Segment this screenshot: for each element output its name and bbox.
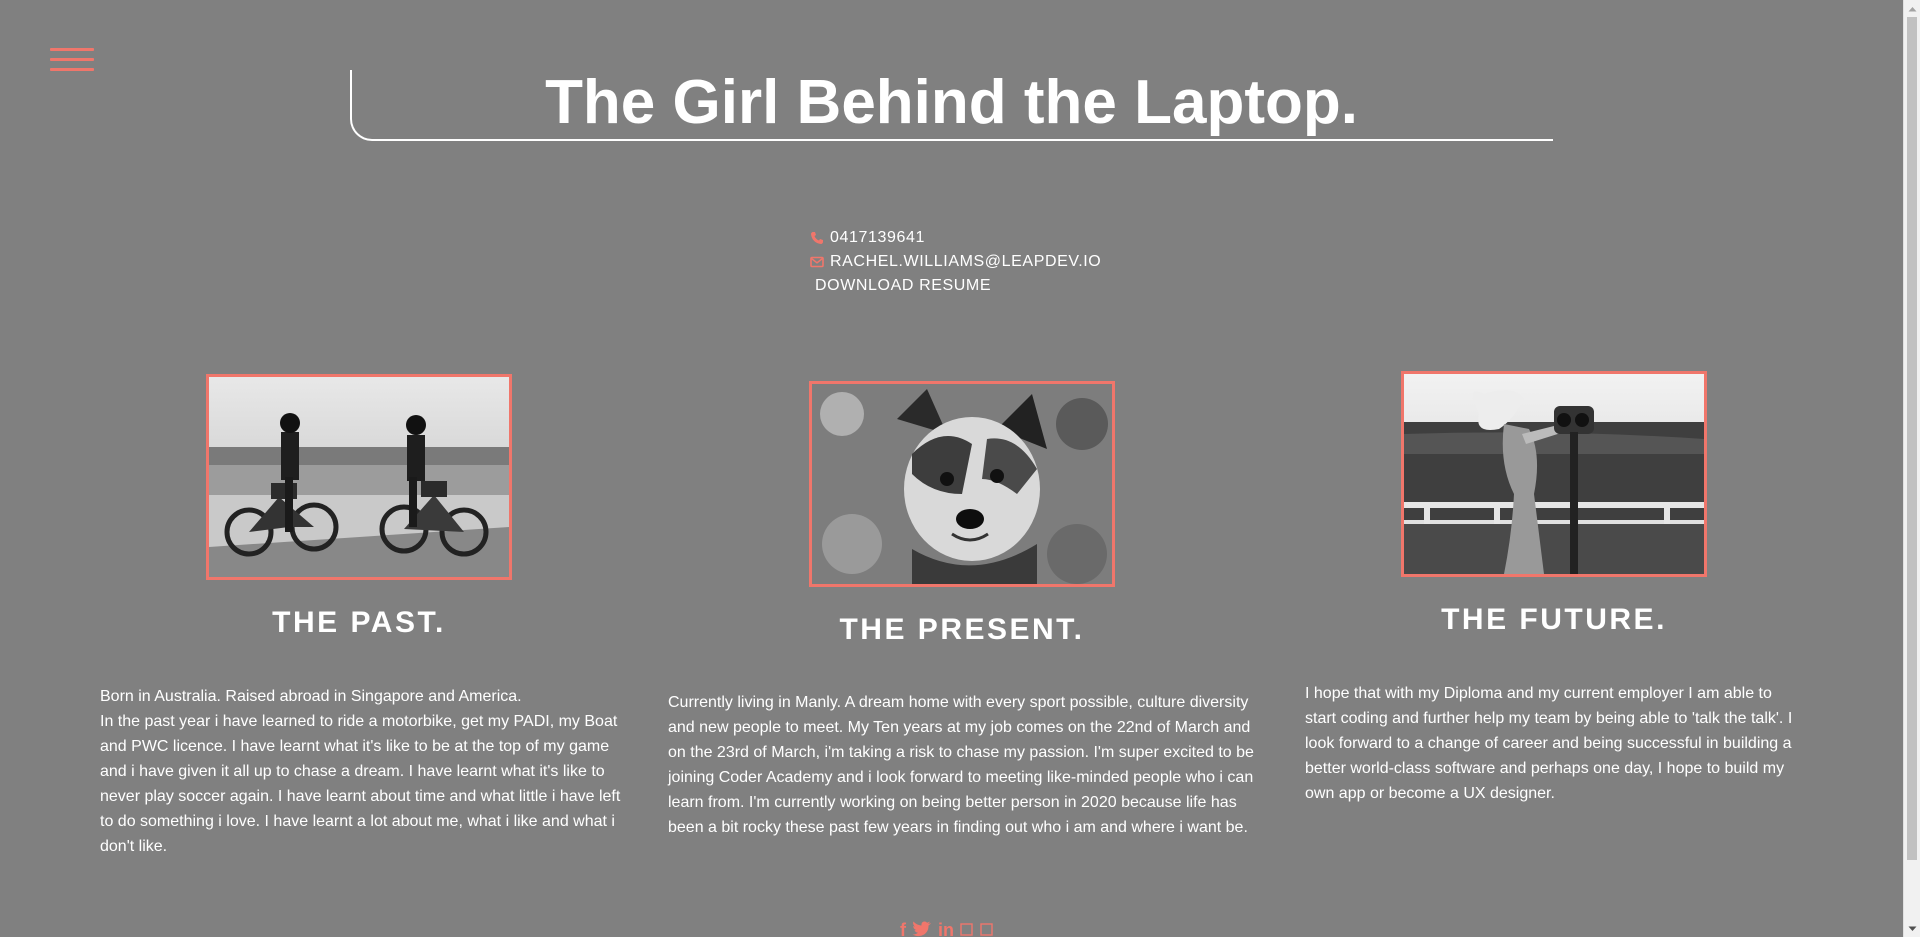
- future-text: I hope that with my Diploma and my curre…: [1305, 681, 1805, 806]
- twitter-icon[interactable]: [912, 920, 932, 937]
- email-row: RACHEL.WILLIAMS@LEAPDEV.IO: [810, 250, 1101, 274]
- past-text-paragraph: In the past year i have learned to ride …: [100, 713, 621, 855]
- past-photo: [206, 374, 512, 580]
- download-row: DOWNLOAD RESUME: [810, 274, 1101, 298]
- past-text: Born in Australia. Raised abroad in Sing…: [100, 684, 630, 859]
- present-heading: THE PRESENT.: [839, 613, 1085, 646]
- hamburger-line: [50, 48, 94, 51]
- vertical-scrollbar[interactable]: [1903, 0, 1920, 937]
- social-links: f in: [900, 920, 994, 937]
- future-photo: [1401, 371, 1707, 577]
- binoculars-photo: [1404, 374, 1704, 574]
- phone-number: 0417139641: [830, 229, 925, 246]
- hamburger-menu-icon[interactable]: [50, 48, 94, 74]
- present-photo: [809, 381, 1115, 587]
- future-heading: THE FUTURE.: [1441, 603, 1667, 636]
- instagram-icon[interactable]: [980, 920, 994, 937]
- github-icon[interactable]: [960, 920, 974, 937]
- page: The Girl Behind the Laptop. 0417139641 R…: [0, 0, 1920, 937]
- phone-icon: [811, 232, 823, 244]
- page-title: The Girl Behind the Laptop.: [545, 68, 1358, 137]
- hamburger-line: [50, 58, 94, 61]
- dog-photo: [812, 384, 1112, 584]
- scroll-up-arrow-icon[interactable]: [1904, 0, 1920, 17]
- scrollbar-thumb[interactable]: [1907, 17, 1917, 860]
- download-resume-link[interactable]: DOWNLOAD RESUME: [815, 274, 991, 298]
- envelope-icon: [810, 256, 824, 268]
- facebook-icon[interactable]: f: [900, 920, 906, 937]
- linkedin-icon[interactable]: in: [938, 920, 954, 937]
- future-text-paragraph: I hope that with my Diploma and my curre…: [1305, 685, 1793, 802]
- past-heading: THE PAST.: [272, 606, 446, 639]
- scroll-down-arrow-icon[interactable]: [1904, 920, 1920, 937]
- contact-block: 0417139641 RACHEL.WILLIAMS@LEAPDEV.IO DO…: [810, 226, 1101, 298]
- hamburger-line: [50, 68, 94, 71]
- motorbikes-photo: [209, 377, 509, 577]
- email-link[interactable]: RACHEL.WILLIAMS@LEAPDEV.IO: [830, 250, 1101, 274]
- present-text: Currently living in Manly. A dream home …: [668, 690, 1258, 840]
- past-text-line-1: Born in Australia. Raised abroad in Sing…: [100, 688, 522, 705]
- present-text-paragraph: Currently living in Manly. A dream home …: [668, 694, 1254, 836]
- phone-row: 0417139641: [810, 226, 1101, 250]
